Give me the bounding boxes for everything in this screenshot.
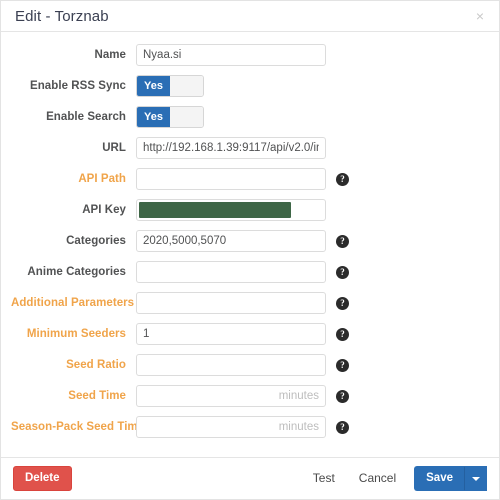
field-label: Season-Pack Seed Time	[11, 421, 145, 433]
field-label: Minimum Seeders	[26, 328, 126, 340]
text-input[interactable]	[136, 261, 326, 283]
test-button[interactable]: Test	[301, 466, 347, 491]
field-control-wrap	[136, 168, 326, 190]
modal-title: Edit - Torznab	[15, 7, 109, 25]
field-label: Name	[94, 49, 126, 61]
modal-header: Edit - Torznab ×	[1, 1, 499, 32]
save-button-group: Save	[414, 466, 487, 491]
delete-button[interactable]: Delete	[13, 466, 72, 491]
field-label: Anime Categories	[27, 266, 126, 278]
save-button[interactable]: Save	[414, 466, 465, 491]
form-row: Season-Pack Seed Time?	[11, 416, 489, 438]
toggle-on-label: Yes	[137, 76, 170, 96]
field-label: Categories	[66, 235, 126, 247]
field-label: Enable RSS Sync	[30, 80, 126, 92]
field-control-wrap	[136, 199, 326, 221]
save-dropdown-toggle[interactable]	[465, 466, 487, 491]
field-label: Seed Time	[68, 390, 126, 402]
help-icon[interactable]: ?	[336, 234, 349, 248]
field-control-wrap	[136, 44, 326, 66]
form-row: URL	[11, 137, 489, 159]
field-control-wrap	[136, 416, 326, 438]
field-control-wrap	[136, 230, 326, 252]
form-row: Seed Time?	[11, 385, 489, 407]
field-label: Seed Ratio	[66, 359, 126, 371]
form-row: API Path?	[11, 168, 489, 190]
text-input[interactable]	[136, 292, 326, 314]
field-control-wrap	[136, 385, 326, 407]
toggle-switch[interactable]: Yes	[136, 106, 204, 128]
field-label: URL	[102, 142, 126, 154]
text-input[interactable]	[136, 323, 326, 345]
text-input[interactable]	[136, 168, 326, 190]
help-icon[interactable]: ?	[336, 172, 349, 186]
field-label: Enable Search	[46, 111, 126, 123]
form-row: Seed Ratio?	[11, 354, 489, 376]
form-row: Name	[11, 44, 489, 66]
text-input[interactable]	[136, 137, 326, 159]
field-label: API Path	[78, 173, 126, 185]
form-row: Categories?	[11, 230, 489, 252]
close-icon[interactable]: ×	[473, 7, 487, 25]
modal-body: Name Enable RSS Sync Yes Enable Search Yes UR…	[1, 32, 499, 457]
help-icon[interactable]: ?	[336, 358, 349, 372]
api-key-field[interactable]	[136, 199, 326, 221]
field-control-wrap: Yes	[136, 106, 326, 128]
field-label: API Key	[82, 204, 126, 216]
form-row: Minimum Seeders?	[11, 323, 489, 345]
help-icon[interactable]: ?	[336, 327, 349, 341]
field-control-wrap	[136, 354, 326, 376]
toggle-on-label: Yes	[137, 107, 170, 127]
help-icon[interactable]: ?	[336, 389, 349, 403]
help-icon[interactable]: ?	[336, 420, 349, 434]
form-row: Additional Parameters?	[11, 292, 489, 314]
help-spacer	[336, 49, 349, 62]
text-input[interactable]	[136, 385, 326, 407]
form-row: API Key	[11, 199, 489, 221]
text-input[interactable]	[136, 44, 326, 66]
redaction-bar	[139, 202, 291, 218]
indexer-settings-form: Name Enable RSS Sync Yes Enable Search Yes UR…	[11, 44, 489, 438]
field-control-wrap: Yes	[136, 75, 326, 97]
form-row: Enable Search Yes	[11, 106, 489, 128]
toggle-off-track	[170, 107, 203, 127]
help-spacer	[336, 142, 349, 155]
toggle-switch[interactable]: Yes	[136, 75, 204, 97]
modal-footer: Delete Test Cancel Save	[1, 457, 499, 499]
help-spacer	[336, 80, 349, 93]
field-control-wrap	[136, 292, 326, 314]
help-icon[interactable]: ?	[336, 296, 349, 310]
form-row: Anime Categories?	[11, 261, 489, 283]
help-spacer	[336, 111, 349, 124]
field-control-wrap	[136, 137, 326, 159]
toggle-off-track	[170, 76, 203, 96]
field-control-wrap	[136, 323, 326, 345]
cancel-button[interactable]: Cancel	[347, 466, 408, 491]
text-input[interactable]	[136, 416, 326, 438]
help-spacer	[336, 204, 349, 217]
chevron-down-icon	[471, 476, 480, 481]
field-control-wrap	[136, 261, 326, 283]
field-label: Additional Parameters	[11, 297, 135, 309]
help-icon[interactable]: ?	[336, 265, 349, 279]
edit-indexer-modal: Edit - Torznab × NameEnable RSS SyncYesE…	[0, 0, 500, 500]
text-input[interactable]	[136, 354, 326, 376]
form-row: Enable RSS Sync Yes	[11, 75, 489, 97]
text-input[interactable]	[136, 230, 326, 252]
